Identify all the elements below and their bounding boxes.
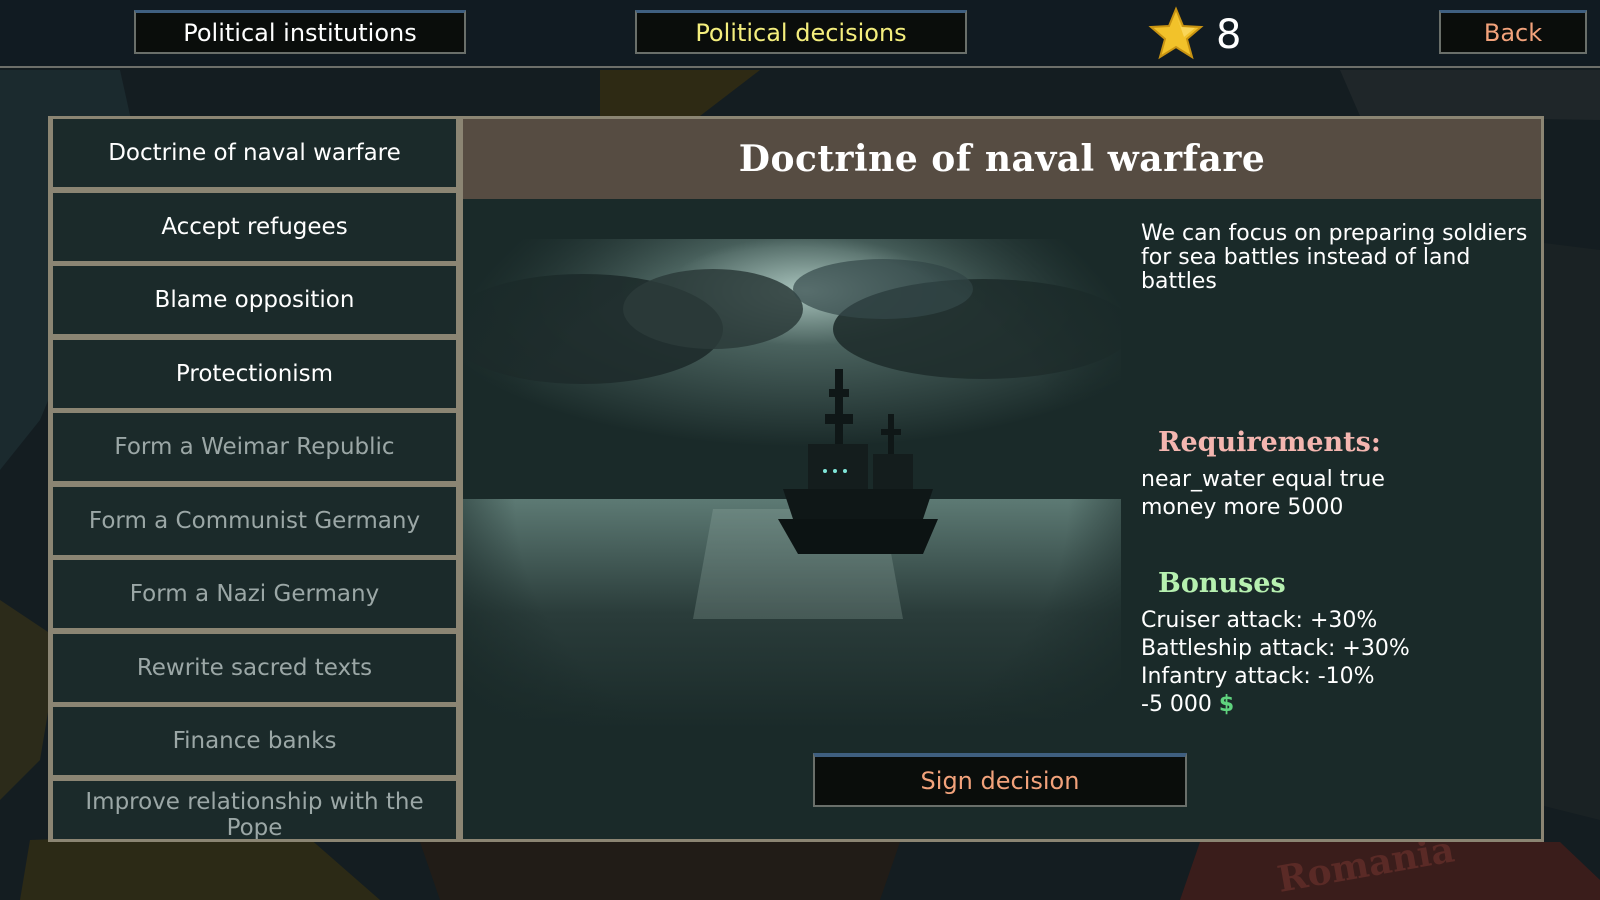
decision-item-improve-relationship-pope[interactable]: Improve relationship with the Pope (53, 781, 456, 839)
decision-item-label: Finance banks (172, 728, 337, 754)
decision-item-label: Form a Communist Germany (88, 508, 421, 534)
decision-item-label: Improve relationship with the Pope (85, 789, 424, 839)
decision-item-label: Blame opposition (154, 287, 355, 313)
dollar-icon: $ (1218, 692, 1235, 717)
cost-value: -5 000 (1141, 692, 1212, 717)
decision-title: Doctrine of naval warfare (738, 138, 1266, 180)
decision-item-form-weimar-republic[interactable]: Form a Weimar Republic (53, 413, 456, 481)
cost-row: -5 000 $ (1141, 691, 1410, 719)
back-button[interactable]: Back (1439, 10, 1587, 54)
decision-list[interactable]: Doctrine of naval warfare Accept refugee… (51, 119, 461, 839)
decision-item-doctrine-of-naval-warfare[interactable]: Doctrine of naval warfare (53, 119, 456, 187)
sign-decision-button[interactable]: Sign decision (813, 753, 1187, 807)
bonuses-list: Cruiser attack: +30% Battleship attack: … (1141, 607, 1410, 719)
decision-item-label: Accept refugees (161, 214, 348, 240)
requirements-title: Requirements: (1158, 427, 1381, 458)
bonuses-title: Bonuses (1158, 568, 1286, 599)
decision-item-form-communist-germany[interactable]: Form a Communist Germany (53, 487, 456, 555)
decision-item-label: Protectionism (175, 361, 334, 387)
decision-item-label: Form a Weimar Republic (114, 434, 395, 460)
decision-item-form-nazi-germany[interactable]: Form a Nazi Germany (53, 560, 456, 628)
top-bar: Political institutions Political decisio… (0, 0, 1600, 68)
political-decisions-label: Political decisions (695, 18, 907, 47)
bonus-item: Cruiser attack: +30% (1141, 608, 1378, 633)
sign-decision-label: Sign decision (920, 767, 1080, 795)
back-label: Back (1483, 18, 1543, 47)
decision-item-finance-banks[interactable]: Finance banks (53, 707, 456, 775)
decision-panel: Doctrine of naval warfare Accept refugee… (48, 116, 1544, 842)
political-institutions-label: Political institutions (183, 18, 417, 47)
decision-item-label: Rewrite sacred texts (136, 655, 373, 681)
star-icon (1148, 6, 1204, 62)
bonus-item: Infantry attack: -10% (1141, 664, 1375, 689)
battleship-illustration (463, 199, 1121, 799)
requirement-item: near_water equal true (1141, 467, 1385, 492)
decision-item-protectionism[interactable]: Protectionism (53, 340, 456, 408)
requirement-item: money more 5000 (1141, 495, 1344, 520)
requirements-list: near_water equal true money more 5000 (1141, 466, 1385, 522)
political-decisions-button[interactable]: Political decisions (635, 10, 967, 54)
bonus-item: Battleship attack: +30% (1141, 636, 1410, 661)
decision-header: Doctrine of naval warfare (463, 119, 1541, 199)
decision-item-accept-refugees[interactable]: Accept refugees (53, 193, 456, 261)
decision-item-rewrite-sacred-texts[interactable]: Rewrite sacred texts (53, 634, 456, 702)
decision-description: We can focus on preparing soldiers for s… (1141, 221, 1528, 294)
political-points-value: 8 (1216, 12, 1242, 58)
decision-item-label: Doctrine of naval warfare (108, 140, 401, 166)
decision-item-blame-opposition[interactable]: Blame opposition (53, 266, 456, 334)
political-institutions-button[interactable]: Political institutions (134, 10, 466, 54)
decision-item-label: Form a Nazi Germany (129, 581, 380, 607)
